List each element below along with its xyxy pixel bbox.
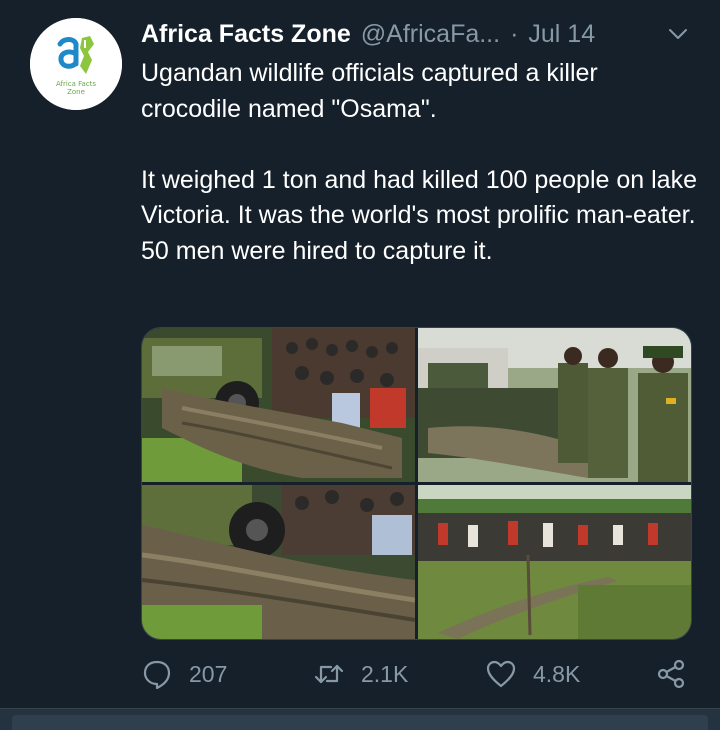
share-icon (657, 659, 685, 689)
tweet-header: Africa Facts Zone @AfricaFa... · Jul 14 (141, 18, 701, 50)
photo-icon (418, 328, 691, 482)
tweet-date[interactable]: Jul 14 (528, 20, 595, 49)
tweet-card[interactable]: Africa Facts Zone Africa Facts Zone @Afr… (0, 0, 720, 708)
next-tweet-edge (0, 708, 720, 730)
retweet-icon (314, 664, 344, 684)
user-handle[interactable]: @AfricaFa... (361, 20, 500, 49)
next-tweet-preview (12, 715, 708, 730)
tweet-paragraph: Ugandan wildlife officials captured a ki… (141, 59, 598, 123)
avatar[interactable]: Africa Facts Zone (30, 18, 122, 110)
retweet-button[interactable]: 2.1K (313, 652, 408, 696)
heart-icon (486, 660, 516, 688)
tweet-text: Ugandan wildlife officials captured a ki… (141, 56, 701, 269)
like-button[interactable]: 4.8K (485, 652, 580, 696)
photo-icon (142, 328, 415, 482)
retweet-count: 2.1K (361, 660, 409, 687)
share-button[interactable] (655, 652, 687, 696)
photo-icon (142, 485, 415, 639)
reply-icon (143, 660, 171, 690)
reply-button[interactable]: 207 (141, 652, 227, 696)
tweet-actions: 207 2.1K 4.8K (141, 652, 701, 696)
chevron-down-icon[interactable] (666, 22, 690, 46)
africa-facts-zone-logo (30, 18, 122, 110)
display-name[interactable]: Africa Facts Zone (141, 20, 351, 49)
photo-icon (418, 485, 691, 639)
photo-2[interactable] (418, 328, 691, 482)
separator-dot: · (510, 19, 519, 48)
tweet-paragraph: It weighed 1 ton and had killed 100 peop… (141, 165, 697, 265)
reply-count: 207 (189, 660, 228, 687)
photo-1[interactable] (142, 328, 415, 482)
media-grid (141, 327, 692, 640)
photo-4[interactable] (418, 485, 691, 639)
like-count: 4.8K (533, 660, 581, 687)
avatar-logo-text: Africa Facts Zone (55, 80, 97, 96)
photo-3[interactable] (142, 485, 415, 639)
